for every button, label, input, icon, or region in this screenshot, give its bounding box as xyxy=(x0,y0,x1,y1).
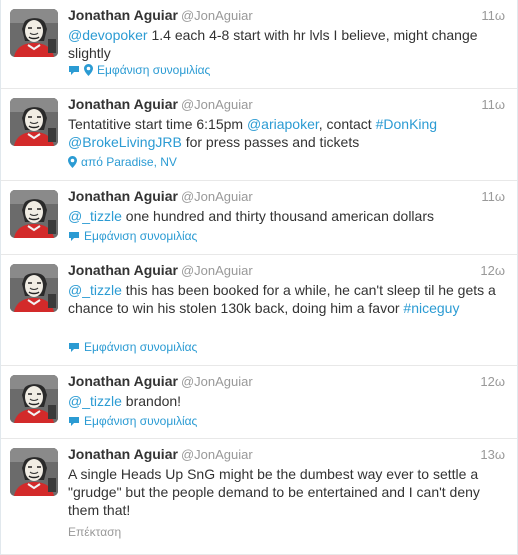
tweet-text-segment: , contact xyxy=(318,116,376,132)
tweet-footer: Επέκταση xyxy=(68,525,121,541)
conversation-icon xyxy=(68,416,80,430)
mention-link[interactable]: @devopoker xyxy=(68,27,148,43)
tweet-text: @_tizzle brandon! xyxy=(68,392,500,410)
location-link[interactable]: από Paradise, NV xyxy=(81,155,177,169)
tweet-footer: Εμφάνιση συνομιλίας xyxy=(68,63,210,79)
tweet-text-segment: one hundred and thirty thousand american… xyxy=(121,208,434,224)
conversation-icon xyxy=(68,342,80,356)
tweet-footer: Εμφάνιση συνομιλίας xyxy=(68,414,197,430)
view-conversation-link[interactable]: Εμφάνιση συνομιλίας xyxy=(84,229,197,243)
author-handle[interactable]: @JonAguiar xyxy=(181,97,253,112)
tweet-footer: Εμφάνιση συνομιλίας xyxy=(68,229,197,245)
mention-link[interactable]: @_tizzle xyxy=(68,282,122,298)
author-handle[interactable]: @JonAguiar xyxy=(181,263,253,278)
tweet-text: Tentatitive start time 6:15pm @ariapoker… xyxy=(68,115,500,151)
hashtag-link[interactable]: #DonKing xyxy=(376,116,438,132)
timestamp[interactable]: 12ω xyxy=(480,263,505,278)
tweet-text-segment: brandon! xyxy=(121,393,182,409)
location-pin-icon xyxy=(68,156,77,171)
avatar[interactable] xyxy=(10,264,58,312)
tweet-text-segment: A single Heads Up SnG might be the dumbe… xyxy=(68,466,480,518)
tweet-item[interactable]: Jonathan Aguiar @JonAguiar 11ω @devopoker 1… xyxy=(1,0,517,89)
tweet-item[interactable]: Jonathan Aguiar @JonAguiar 11ω @_tizzle one… xyxy=(1,181,517,255)
author-name[interactable]: Jonathan Aguiar xyxy=(68,188,178,204)
avatar[interactable] xyxy=(10,190,58,238)
tweet-footer: Εμφάνιση συνομιλίας xyxy=(68,340,197,356)
timestamp[interactable]: 11ω xyxy=(481,189,505,204)
tweet-item[interactable]: Jonathan Aguiar @JonAguiar 12ω @_tizzle thi… xyxy=(1,255,517,366)
author-handle[interactable]: @JonAguiar xyxy=(181,189,253,204)
conversation-icon xyxy=(68,65,80,79)
timestamp[interactable]: 12ω xyxy=(480,374,505,389)
tweet-header: Jonathan Aguiar @JonAguiar 11ω xyxy=(68,96,505,114)
mention-link[interactable]: @_tizzle xyxy=(68,208,122,224)
view-conversation-link[interactable]: Εμφάνιση συνομιλίας xyxy=(97,63,210,77)
timestamp[interactable]: 13ω xyxy=(480,447,505,462)
mention-link[interactable]: @BrokeLivingJRB xyxy=(68,134,182,150)
expand-link[interactable]: Επέκταση xyxy=(68,525,121,539)
timestamp[interactable]: 11ω xyxy=(481,97,505,112)
author-handle[interactable]: @JonAguiar xyxy=(181,447,253,462)
location-pin-icon xyxy=(84,64,93,79)
tweet-text: @devopoker 1.4 each 4-8 start with hr lv… xyxy=(68,26,500,62)
author-handle[interactable]: @JonAguiar xyxy=(181,374,253,389)
author-handle[interactable]: @JonAguiar xyxy=(181,8,253,23)
author-name[interactable]: Jonathan Aguiar xyxy=(68,373,178,389)
view-conversation-link[interactable]: Εμφάνιση συνομιλίας xyxy=(84,414,197,428)
conversation-icon xyxy=(68,231,80,245)
avatar[interactable] xyxy=(10,448,58,496)
tweet-header: Jonathan Aguiar @JonAguiar 11ω xyxy=(68,188,505,206)
timeline: Jonathan Aguiar @JonAguiar 11ω @devopoker 1… xyxy=(0,0,518,555)
tweet-item[interactable]: Jonathan Aguiar @JonAguiar 12ω @_tizzle bra… xyxy=(1,366,517,439)
hashtag-link[interactable]: #niceguy xyxy=(403,300,459,316)
tweet-header: Jonathan Aguiar @JonAguiar 11ω xyxy=(68,7,505,25)
author-name[interactable]: Jonathan Aguiar xyxy=(68,446,178,462)
author-name[interactable]: Jonathan Aguiar xyxy=(68,96,178,112)
tweet-text: @_tizzle this has been booked for a whil… xyxy=(68,281,500,317)
tweet-header: Jonathan Aguiar @JonAguiar 12ω xyxy=(68,373,505,391)
avatar[interactable] xyxy=(10,9,58,57)
tweet-text-segment: for press passes and tickets xyxy=(181,134,360,150)
tweet-header: Jonathan Aguiar @JonAguiar 12ω xyxy=(68,262,505,280)
tweet-footer: από Paradise, NV xyxy=(68,155,177,171)
avatar[interactable] xyxy=(10,375,58,423)
avatar[interactable] xyxy=(10,98,58,146)
tweet-item[interactable]: Jonathan Aguiar @JonAguiar 11ω Tentatitive … xyxy=(1,89,517,181)
tweet-text-segment: Tentatitive start time 6:15pm xyxy=(68,116,247,132)
author-name[interactable]: Jonathan Aguiar xyxy=(68,7,178,23)
timestamp[interactable]: 11ω xyxy=(481,8,505,23)
mention-link[interactable]: @_tizzle xyxy=(68,393,122,409)
tweet-item[interactable]: Jonathan Aguiar @JonAguiar 13ω A single Hea… xyxy=(1,439,517,555)
view-conversation-link[interactable]: Εμφάνιση συνομιλίας xyxy=(84,340,197,354)
tweet-text: @_tizzle one hundred and thirty thousand… xyxy=(68,207,500,225)
tweet-header: Jonathan Aguiar @JonAguiar 13ω xyxy=(68,446,505,464)
author-name[interactable]: Jonathan Aguiar xyxy=(68,262,178,278)
mention-link[interactable]: @ariapoker xyxy=(247,116,319,132)
tweet-text: A single Heads Up SnG might be the dumbe… xyxy=(68,465,500,519)
